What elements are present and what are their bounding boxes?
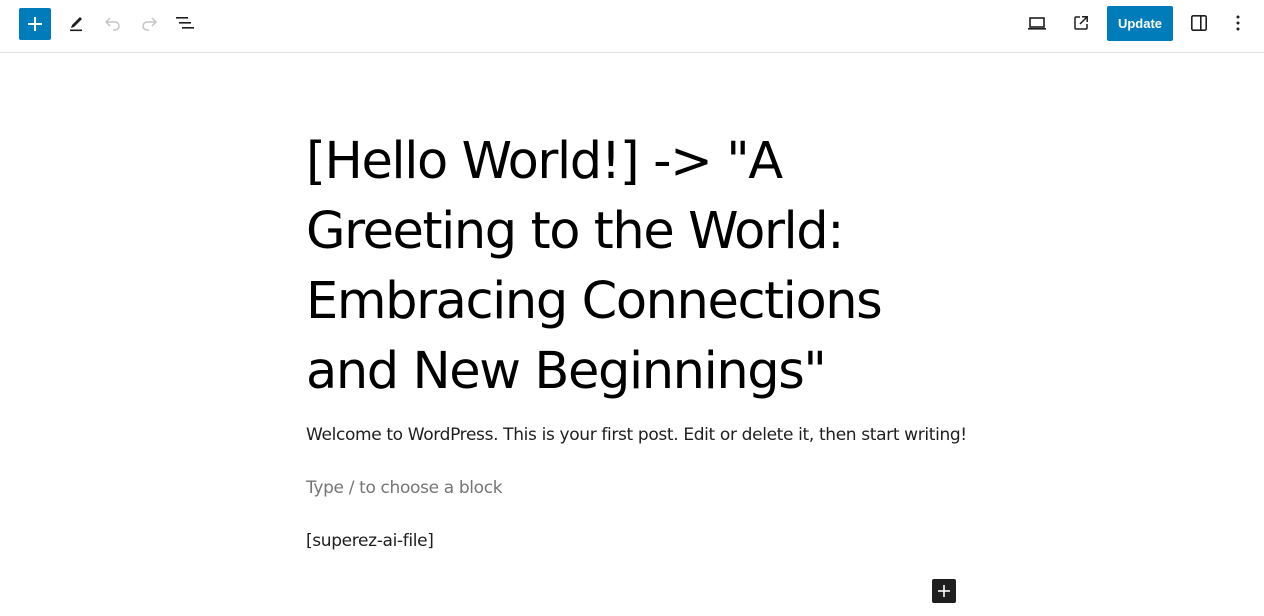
redo-icon: [142, 17, 158, 31]
list-view-icon: [176, 17, 194, 29]
plus-icon: [28, 17, 42, 31]
options-menu-button[interactable]: [1221, 5, 1255, 41]
laptop-icon: [1028, 17, 1046, 30]
more-vertical-icon: [1236, 15, 1240, 31]
block-inserter-toggle-button[interactable]: [19, 8, 51, 40]
pencil-icon: [70, 17, 82, 32]
editor-canvas: [Hello World!] -> "A Greeting to the Wor…: [0, 54, 1264, 616]
empty-block-placeholder[interactable]: Type / to choose a block: [306, 476, 503, 500]
redo-button[interactable]: [131, 5, 167, 41]
list-view-button[interactable]: [167, 5, 203, 41]
undo-button[interactable]: [95, 5, 131, 41]
tools-button[interactable]: [58, 5, 94, 41]
plus-icon: [938, 585, 950, 597]
editor-header-toolbar: Update: [0, 0, 1264, 53]
view-post-button[interactable]: [1063, 5, 1099, 41]
paragraph-block[interactable]: Welcome to WordPress. This is your first…: [306, 423, 967, 447]
external-link-icon: [1074, 16, 1088, 30]
post-title[interactable]: [Hello World!] -> "A Greeting to the Wor…: [306, 127, 966, 407]
undo-icon: [104, 17, 120, 31]
shortcode-block[interactable]: [superez-ai-file]: [306, 529, 434, 553]
add-block-button[interactable]: [932, 579, 956, 603]
preview-button[interactable]: [1019, 5, 1055, 41]
sidebar-panel-icon: [1190, 14, 1207, 31]
settings-sidebar-button[interactable]: [1181, 5, 1217, 41]
update-button[interactable]: Update: [1107, 6, 1173, 41]
